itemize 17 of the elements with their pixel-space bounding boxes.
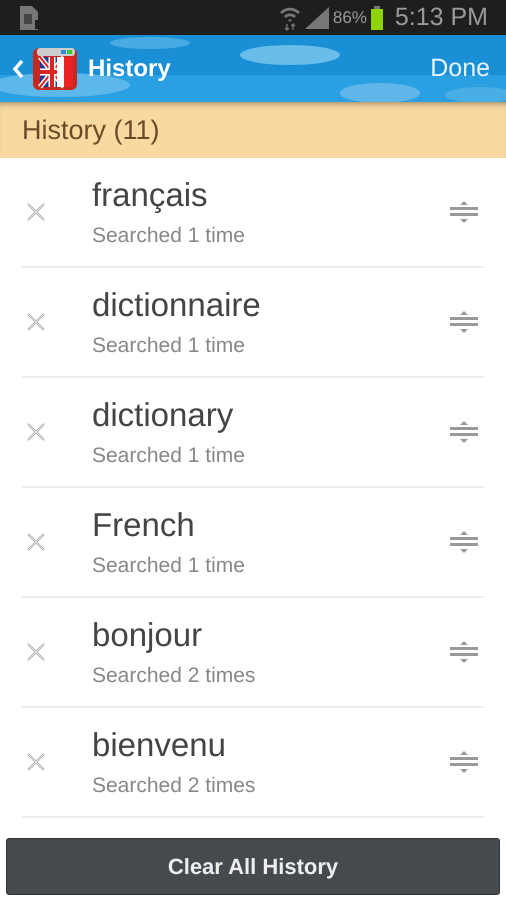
- search-count: Searched 1 time: [92, 554, 246, 578]
- history-word[interactable]: bienvenu: [92, 726, 450, 764]
- search-count: Searched 1 time: [92, 224, 246, 248]
- history-word[interactable]: French: [92, 506, 450, 544]
- history-word[interactable]: dictionary: [92, 396, 450, 434]
- section-title: History (11): [22, 114, 160, 146]
- history-word[interactable]: français: [92, 176, 450, 214]
- clock: 5:13 PM: [394, 3, 488, 32]
- clear-all-button[interactable]: Clear All History: [6, 838, 500, 895]
- search-count: Searched 1 time: [92, 334, 246, 358]
- battery-percent: 86%: [332, 8, 367, 28]
- search-count: Searched 1 time: [92, 444, 246, 468]
- history-word[interactable]: dictionnaire: [92, 286, 450, 324]
- screen-title: History: [88, 54, 171, 82]
- search-count: Searched 2 times: [92, 774, 256, 798]
- search-count: Searched 2 times: [92, 664, 256, 688]
- history-word[interactable]: bonjour: [92, 616, 450, 654]
